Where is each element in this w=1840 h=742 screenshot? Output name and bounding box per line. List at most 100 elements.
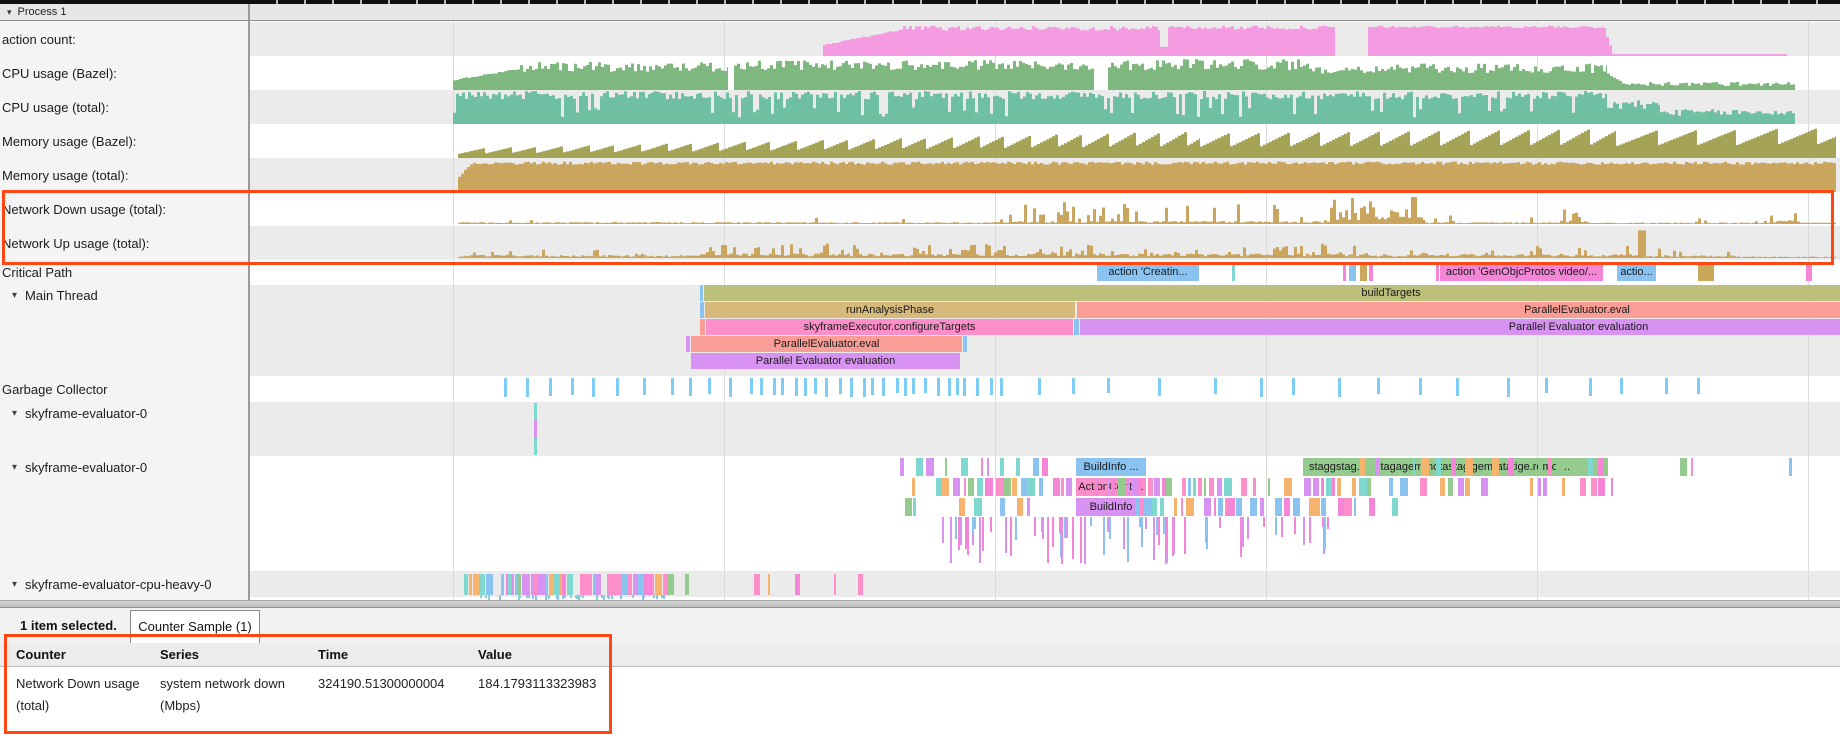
trace-sliver[interactable] — [1293, 498, 1300, 516]
critical-path-sliver[interactable] — [1232, 263, 1235, 281]
counter-histogram-mem-bazel[interactable] — [250, 126, 1840, 158]
trace-sliver[interactable] — [562, 574, 566, 595]
trace-sliver[interactable] — [1061, 478, 1064, 496]
gc-event-tick[interactable] — [1377, 378, 1380, 394]
trace-sliver[interactable] — [667, 574, 674, 595]
trace-sliver[interactable] — [1481, 478, 1488, 496]
trace-sliver[interactable] — [1360, 478, 1367, 496]
gc-event-tick[interactable] — [526, 378, 529, 397]
critical-path-slice[interactable]: action 'GenObjcProtos video/... — [1440, 263, 1603, 281]
gc-event-tick[interactable] — [708, 378, 711, 394]
gc-event-tick[interactable] — [592, 378, 595, 397]
gc-event-tick[interactable] — [773, 378, 776, 395]
gc-event-tick[interactable] — [956, 378, 959, 395]
trace-sliver[interactable] — [1204, 478, 1206, 496]
trace-sliver[interactable] — [1580, 478, 1586, 496]
critical-path-sliver[interactable] — [1698, 263, 1714, 281]
gc-event-tick[interactable] — [1507, 378, 1510, 397]
trace-sliver[interactable] — [1562, 478, 1565, 496]
trace-sliver[interactable] — [1492, 458, 1499, 476]
gc-event-tick[interactable] — [549, 378, 552, 396]
trace-sliver[interactable] — [1284, 478, 1292, 496]
critical-path-sliver[interactable] — [1349, 263, 1356, 281]
panel-splitter-handle[interactable] — [0, 600, 1840, 608]
trace-sliver[interactable] — [1451, 458, 1456, 476]
trace-sliver[interactable] — [1538, 458, 1543, 476]
trace-sliver[interactable] — [1260, 498, 1264, 516]
critical-path-sliver[interactable] — [1436, 263, 1439, 281]
trace-sliver[interactable] — [912, 478, 915, 496]
trace-sliver[interactable] — [1182, 478, 1186, 496]
trace-sliver[interactable] — [1241, 478, 1247, 496]
trace-sliver[interactable] — [996, 478, 1003, 496]
gc-event-tick[interactable] — [882, 378, 885, 396]
collapse-triangle-icon[interactable]: ▾ — [7, 4, 12, 20]
main-thread-slice[interactable]: buildTargets — [704, 285, 1840, 301]
trace-sliver[interactable] — [1440, 478, 1445, 496]
trace-sliver[interactable] — [977, 478, 983, 496]
gc-event-tick[interactable] — [1545, 378, 1548, 393]
trace-sliver[interactable] — [905, 498, 912, 516]
trace-sliver[interactable] — [1337, 478, 1341, 496]
trace-sliver[interactable] — [968, 478, 974, 496]
trace-sliver[interactable] — [1174, 498, 1177, 516]
trace-sliver[interactable] — [754, 574, 760, 595]
trace-sliver[interactable] — [1144, 498, 1152, 516]
gc-event-tick[interactable] — [795, 378, 798, 396]
trace-sliver[interactable] — [959, 498, 965, 516]
gc-event-tick[interactable] — [976, 378, 979, 396]
trace-sliver[interactable] — [1250, 498, 1257, 516]
main-thread-slice[interactable]: Parallel Evaluator evaluation — [1080, 319, 1840, 335]
gc-event-tick[interactable] — [1158, 378, 1161, 396]
trace-sliver[interactable] — [522, 574, 530, 595]
trace-sliver[interactable] — [588, 574, 592, 595]
critical-path-sliver[interactable] — [1806, 263, 1812, 281]
trace-sliver[interactable] — [1000, 498, 1005, 516]
trace-sliver[interactable] — [1193, 478, 1196, 496]
trace-sliver[interactable] — [987, 458, 989, 476]
gc-event-tick[interactable] — [781, 378, 784, 395]
gc-event-tick[interactable] — [1072, 378, 1075, 394]
trace-sliver[interactable] — [985, 478, 993, 496]
trace-sliver[interactable] — [1227, 498, 1235, 516]
sidebar-item-skyframe-evaluator-cpu-heavy-0[interactable]: ▾skyframe-evaluator-cpu-heavy-0 — [0, 571, 248, 597]
trace-sliver[interactable] — [607, 574, 614, 595]
gc-event-tick[interactable] — [689, 378, 692, 396]
gc-event-tick[interactable] — [850, 378, 853, 397]
trace-sliver[interactable] — [1436, 458, 1441, 476]
gc-event-tick[interactable] — [1038, 378, 1041, 395]
trace-sliver[interactable] — [655, 574, 662, 595]
trace-sliver[interactable] — [567, 574, 573, 595]
sidebar-item-action-count[interactable]: action count: — [0, 22, 248, 56]
expand-triangle-icon[interactable]: ▾ — [12, 579, 17, 590]
critical-path-slice[interactable]: actio... — [1617, 263, 1656, 281]
trace-sliver[interactable] — [1369, 498, 1375, 516]
gc-event-tick[interactable] — [1419, 378, 1422, 395]
trace-sliver[interactable] — [1027, 498, 1030, 516]
critical-path-sliver[interactable] — [1360, 263, 1367, 281]
trace-sliver[interactable] — [1360, 458, 1365, 476]
timeline-canvas[interactable]: action 'Creatin...action 'GenObjcProtos … — [250, 21, 1840, 600]
gc-event-tick[interactable] — [1107, 378, 1110, 393]
trace-sliver[interactable] — [1152, 498, 1157, 516]
trace-sliver[interactable] — [1458, 478, 1464, 496]
trace-sliver[interactable] — [1268, 478, 1270, 496]
main-thread-sliver[interactable] — [700, 285, 703, 301]
trace-sliver[interactable] — [1588, 458, 1593, 476]
trace-sliver[interactable] — [1214, 498, 1216, 516]
gc-event-tick[interactable] — [760, 378, 763, 395]
trace-sliver[interactable] — [1181, 498, 1183, 516]
track-row-background[interactable] — [250, 376, 1840, 402]
trace-sliver[interactable] — [1186, 498, 1194, 516]
trace-sliver[interactable] — [1465, 478, 1470, 496]
trace-sliver[interactable] — [1543, 478, 1547, 496]
main-thread-slice[interactable]: skyframeExecutor.configureTargets — [706, 319, 1073, 335]
trace-sliver[interactable] — [961, 458, 968, 476]
sidebar-item-cpu-usage-total[interactable]: CPU usage (total): — [0, 90, 248, 124]
sidebar-item-cpu-usage-bazel[interactable]: CPU usage (Bazel): — [0, 56, 248, 90]
trace-sliver[interactable] — [1421, 458, 1429, 476]
gc-event-tick[interactable] — [1697, 378, 1700, 394]
gc-event-tick[interactable] — [1338, 378, 1341, 397]
counter-histogram-cpu-bazel[interactable] — [250, 57, 1840, 90]
trace-sliver[interactable] — [1375, 458, 1380, 476]
